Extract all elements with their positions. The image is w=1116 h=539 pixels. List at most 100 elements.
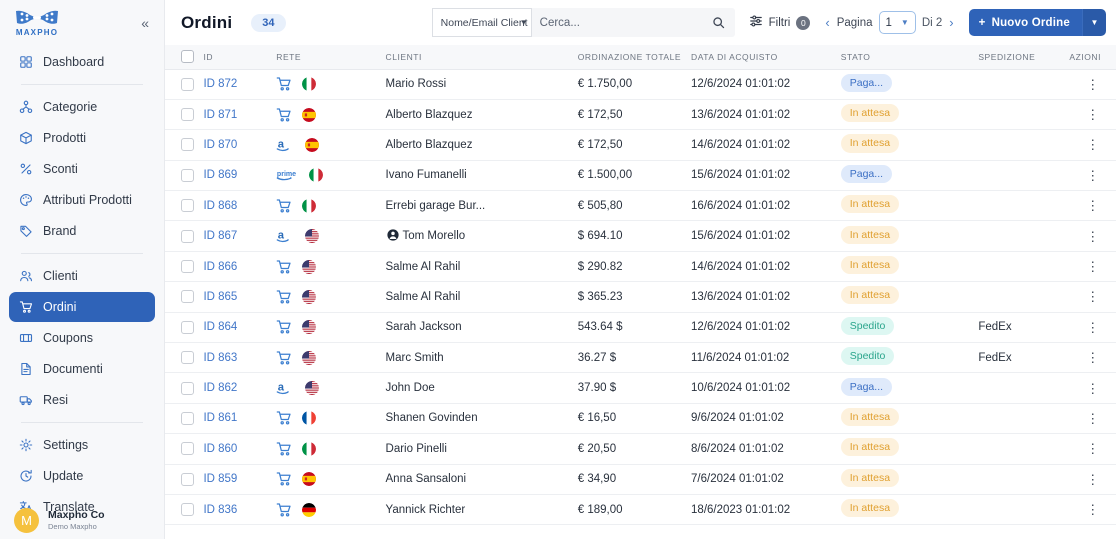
kebab-menu-icon[interactable]: ⋮ bbox=[1069, 290, 1116, 303]
sidebar-item-ordini[interactable]: Ordini bbox=[9, 292, 155, 322]
kebab-menu-icon[interactable]: ⋮ bbox=[1069, 321, 1116, 334]
kebab-menu-icon[interactable]: ⋮ bbox=[1069, 78, 1116, 91]
kebab-menu-icon[interactable]: ⋮ bbox=[1069, 351, 1116, 364]
order-id-link[interactable]: ID 861 bbox=[203, 412, 237, 424]
kebab-menu-icon[interactable]: ⋮ bbox=[1069, 230, 1116, 243]
row-checkbox[interactable] bbox=[181, 472, 194, 486]
order-id-link[interactable]: ID 863 bbox=[203, 352, 237, 364]
table-row[interactable]: ID 859 Anna Sansaloni € 34,90 7/6/2024 01:0… bbox=[165, 464, 1116, 495]
search-field-selector[interactable]: Nome/Email Client ▼ bbox=[431, 8, 532, 37]
col-header-id[interactable]: ID bbox=[203, 45, 277, 70]
order-id-link[interactable]: ID 836 bbox=[203, 504, 237, 516]
page-number-select[interactable]: 1 ▼ bbox=[878, 11, 916, 34]
sidebar-item-settings[interactable]: Settings bbox=[9, 430, 155, 460]
row-checkbox[interactable] bbox=[181, 108, 194, 122]
table-row[interactable]: ID 836 Yannick Richter € 189,00 18/6/2023 0… bbox=[165, 494, 1116, 526]
sidebar-account[interactable]: M Maxpho Co Demo Maxpho bbox=[0, 508, 164, 533]
order-id-link[interactable]: ID 871 bbox=[203, 109, 237, 121]
table-row[interactable]: ID 869 prime Ivano Fumanelli € 1.500,00 15/6… bbox=[165, 160, 1116, 192]
sidebar-item-coupons[interactable]: Coupons bbox=[9, 323, 155, 353]
row-checkbox[interactable] bbox=[181, 503, 194, 517]
chevron-left-icon[interactable]: ‹ bbox=[824, 15, 830, 30]
sidebar-item-documenti[interactable]: Documenti bbox=[9, 354, 155, 384]
date-cell: 8/6/2024 01:01:02 bbox=[691, 433, 841, 465]
order-id-link[interactable]: ID 869 bbox=[203, 169, 237, 181]
search-input[interactable] bbox=[531, 16, 702, 29]
row-checkbox[interactable] bbox=[181, 290, 194, 304]
table-row[interactable]: ID 872 Mario Rossi € 1.750,00 12/6/2024 01:… bbox=[165, 69, 1116, 100]
kebab-menu-icon[interactable]: ⋮ bbox=[1069, 138, 1116, 151]
kebab-menu-icon[interactable]: ⋮ bbox=[1069, 108, 1116, 121]
table-row[interactable]: ID 868 Errebi garage Bur... € 505,80 16/6/2… bbox=[165, 190, 1116, 222]
table-row[interactable]: ID 871 Alberto Blazquez € 172,50 13/6/2024 … bbox=[165, 99, 1116, 131]
table-row[interactable]: ID 867 a Tom Morello $ 694.10 15/6/2024 01:0… bbox=[165, 220, 1116, 252]
kebab-menu-icon[interactable]: ⋮ bbox=[1069, 260, 1116, 273]
col-header-totale[interactable]: ORDINAZIONE TOTALE bbox=[577, 45, 692, 70]
sidebar-item-prodotti[interactable]: Prodotti bbox=[9, 123, 155, 153]
flag-es-icon bbox=[305, 137, 320, 152]
kebab-menu-icon[interactable]: ⋮ bbox=[1069, 412, 1116, 425]
row-checkbox[interactable] bbox=[181, 77, 194, 91]
table-row[interactable]: ID 864 Sarah Jackson 543.64 $ 12/6/2024 01:… bbox=[165, 312, 1116, 344]
row-checkbox[interactable] bbox=[181, 442, 194, 456]
actions-cell: ⋮ bbox=[1069, 190, 1116, 222]
order-id-link[interactable]: ID 872 bbox=[203, 78, 237, 90]
table-row[interactable]: ID 866 Salme Al Rahil $ 290.82 14/6/2024 01… bbox=[165, 251, 1116, 283]
col-header-clienti[interactable]: CLIENTI bbox=[385, 45, 578, 70]
table-row[interactable]: ID 870 a Alberto Blazquez € 172,50 14/6/2024… bbox=[165, 129, 1116, 161]
client-cell: Mario Rossi bbox=[385, 69, 578, 100]
select-all-checkbox[interactable] bbox=[181, 50, 194, 64]
col-header-data[interactable]: DATA DI ACQUISTO bbox=[691, 45, 841, 70]
chevron-right-icon[interactable]: › bbox=[948, 15, 954, 30]
sidebar-item-sconti[interactable]: Sconti bbox=[9, 154, 155, 184]
sidebar-item-categorie[interactable]: Categorie bbox=[9, 92, 155, 122]
row-checkbox[interactable] bbox=[181, 138, 194, 152]
row-select-cell bbox=[165, 433, 204, 465]
sidebar-item-resi[interactable]: Resi bbox=[9, 385, 155, 415]
row-checkbox[interactable] bbox=[181, 229, 194, 243]
kebab-menu-icon[interactable]: ⋮ bbox=[1069, 199, 1116, 212]
sidebar-item-attributi-prodotti[interactable]: Attributi Prodotti bbox=[9, 185, 155, 215]
table-row[interactable]: ID 860 Dario Pinelli € 20,50 8/6/2024 01:01… bbox=[165, 433, 1116, 465]
new-order-button[interactable]: + Nuovo Ordine bbox=[968, 9, 1082, 36]
kebab-menu-icon[interactable]: ⋮ bbox=[1069, 382, 1116, 395]
order-id-link[interactable]: ID 864 bbox=[203, 321, 237, 333]
row-checkbox[interactable] bbox=[181, 351, 194, 365]
table-row[interactable]: ID 865 Salme Al Rahil $ 365.23 13/6/2024 01… bbox=[165, 281, 1116, 313]
row-checkbox[interactable] bbox=[181, 260, 194, 274]
sidebar-item-brand[interactable]: Brand bbox=[9, 216, 155, 246]
kebab-menu-icon[interactable]: ⋮ bbox=[1069, 442, 1116, 455]
order-id-link[interactable]: ID 860 bbox=[203, 443, 237, 455]
order-id-link[interactable]: ID 862 bbox=[203, 382, 237, 394]
order-id-link[interactable]: ID 868 bbox=[203, 200, 237, 212]
kebab-menu-icon[interactable]: ⋮ bbox=[1069, 503, 1116, 516]
kebab-menu-icon[interactable]: ⋮ bbox=[1069, 473, 1116, 486]
row-checkbox[interactable] bbox=[181, 199, 194, 213]
table-row[interactable]: ID 862 a John Doe 37.90 $ 10/6/2024 01:01:02… bbox=[165, 372, 1116, 404]
sidebar-item-dashboard[interactable]: Dashboard bbox=[9, 47, 155, 77]
order-id-link[interactable]: ID 859 bbox=[203, 473, 237, 485]
order-id-link[interactable]: ID 865 bbox=[203, 291, 237, 303]
row-checkbox[interactable] bbox=[181, 381, 194, 395]
filters-button[interactable]: Filtri 0 bbox=[745, 14, 815, 31]
search-icon[interactable] bbox=[702, 16, 735, 29]
col-header-rete[interactable]: RETE bbox=[276, 45, 386, 70]
table-row[interactable]: ID 863 Marc Smith 36.27 $ 11/6/2024 01:01:0… bbox=[165, 342, 1116, 374]
order-id-link[interactable]: ID 867 bbox=[203, 230, 237, 242]
new-order-dropdown-button[interactable]: ▼ bbox=[1082, 9, 1106, 36]
sidebar-item-clienti[interactable]: Clienti bbox=[9, 261, 155, 291]
row-checkbox[interactable] bbox=[181, 168, 194, 182]
network-cell bbox=[276, 251, 386, 283]
col-header-stato[interactable]: STATO bbox=[840, 45, 979, 70]
col-header-spedizione[interactable]: SPEDIZIONE bbox=[978, 45, 1070, 70]
row-checkbox[interactable] bbox=[181, 411, 194, 425]
total-cell: 36.27 $ bbox=[577, 342, 692, 374]
kebab-menu-icon[interactable]: ⋮ bbox=[1069, 169, 1116, 182]
order-id-link[interactable]: ID 866 bbox=[203, 261, 237, 273]
row-checkbox[interactable] bbox=[181, 320, 194, 334]
order-id-link[interactable]: ID 870 bbox=[203, 139, 237, 151]
sidebar-item-update[interactable]: Update bbox=[9, 461, 155, 491]
table-row[interactable]: ID 861 Shanen Govinden € 16,50 9/6/2024 01:… bbox=[165, 403, 1116, 435]
new-order-label: Nuovo Ordine bbox=[991, 16, 1070, 29]
sidebar-collapse-button[interactable]: « bbox=[138, 14, 152, 32]
